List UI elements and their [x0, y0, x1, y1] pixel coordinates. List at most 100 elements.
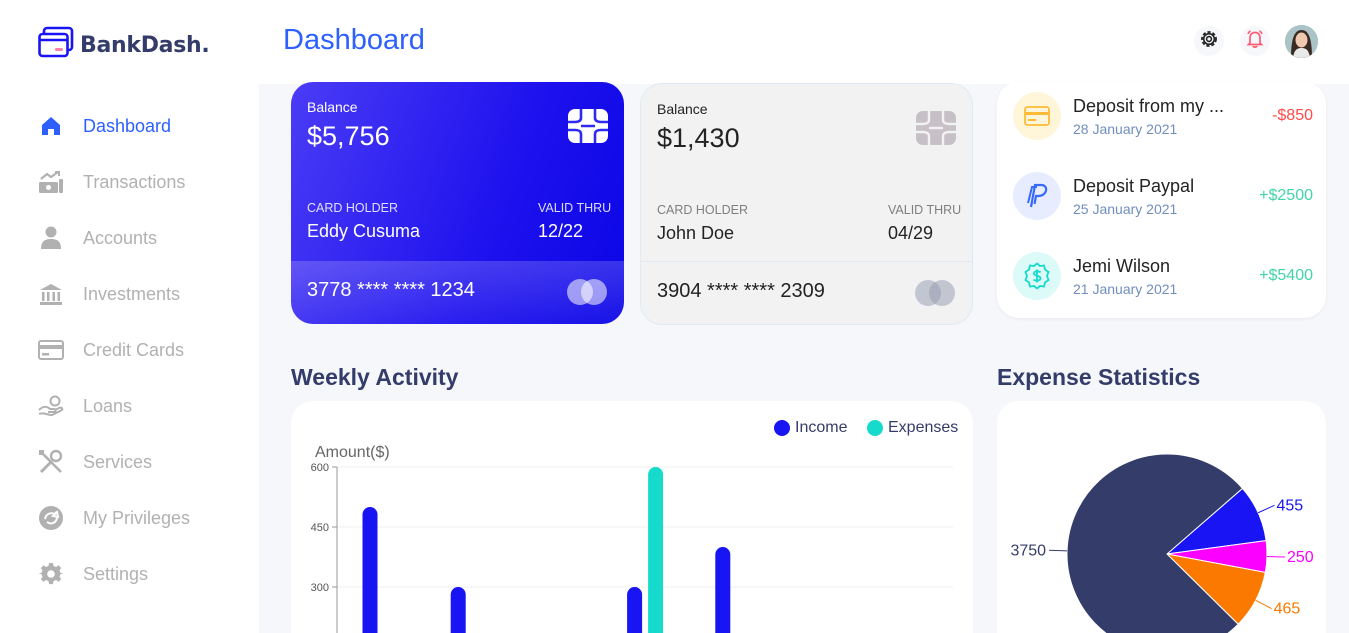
- chip-icon: [568, 109, 608, 148]
- card-number: 3904 **** **** 2309: [657, 280, 825, 302]
- bell-icon: [1245, 29, 1265, 54]
- y-tick-label: 600: [311, 462, 329, 474]
- card-holder-name: Eddy Cusuma: [307, 221, 421, 241]
- settings-button[interactable]: [1194, 26, 1224, 56]
- y-tick-label: 300: [311, 582, 329, 594]
- card-valid-label: VALID THRU: [538, 201, 612, 215]
- bar-income: [450, 587, 466, 633]
- pie-leader-line: [1049, 549, 1068, 552]
- notifications-button[interactable]: [1240, 26, 1270, 56]
- card-footer: 3778 **** **** 1234: [291, 261, 624, 324]
- transaction-date: 28 January 2021: [1073, 121, 1178, 137]
- bar-income: [715, 547, 731, 633]
- transaction-item[interactable]: Deposit from my ... 28 January 2021 -$85…: [1013, 92, 1313, 142]
- sidebar-item-investments[interactable]: Investments: [0, 266, 259, 322]
- credit-card-primary[interactable]: Balance $5,756 CARD HOLDER Eddy Cusuma V…: [291, 82, 624, 324]
- sidebar-item-label: Dashboard: [83, 115, 172, 136]
- bar-income: [627, 587, 643, 633]
- transaction-title: Deposit Paypal: [1073, 176, 1195, 196]
- pie-label: 250: [1287, 549, 1314, 566]
- sidebar-item-label: Services: [83, 451, 153, 472]
- dollar-icon: [1013, 252, 1061, 300]
- card-valid-date: 12/22: [538, 221, 584, 241]
- sidebar-item-label: Settings: [83, 563, 149, 584]
- transaction-title: Jemi Wilson: [1073, 256, 1171, 276]
- transaction-amount: -$850: [1272, 107, 1313, 124]
- card-brand-icon: [914, 278, 956, 313]
- card-holder-name: John Doe: [657, 223, 735, 243]
- credit-card-secondary[interactable]: Balance $1,430 CARD HOLDER John Doe VALI…: [640, 83, 973, 325]
- sidebar-item-loans[interactable]: Loans: [0, 378, 259, 434]
- transaction-date: 25 January 2021: [1073, 201, 1178, 217]
- transaction-item[interactable]: Deposit Paypal 25 January 2021 +$2500: [1013, 172, 1313, 222]
- avatar[interactable]: [1285, 25, 1318, 58]
- top-header: Dashboard: [259, 0, 1349, 84]
- sidebar-item-services[interactable]: Services: [0, 434, 259, 490]
- card-balance: $5,756: [307, 121, 390, 151]
- user-icon: [38, 225, 64, 251]
- pie-label: 3750: [1010, 542, 1046, 559]
- sidebar-item-credit-cards[interactable]: Credit Cards: [0, 322, 259, 378]
- card-holder-label: CARD HOLDER: [307, 201, 398, 215]
- home-icon: [38, 113, 64, 139]
- pie-label: 465: [1274, 601, 1301, 618]
- transaction-amount: +$2500: [1259, 187, 1313, 204]
- tools-icon: [38, 449, 64, 475]
- card-holder-label: CARD HOLDER: [657, 203, 748, 217]
- privilege-icon: [38, 505, 64, 531]
- sidebar-item-label: Loans: [83, 395, 133, 416]
- gear-icon: [38, 561, 64, 587]
- sidebar-item-transactions[interactable]: Transactions: [0, 154, 259, 210]
- card-valid-date: 04/29: [888, 223, 934, 243]
- transaction-date: 21 January 2021: [1073, 281, 1178, 297]
- bank-icon: [38, 281, 64, 307]
- pie-leader-line: [1255, 599, 1272, 610]
- transaction-amount: +$5400: [1259, 267, 1313, 284]
- main-content: Balance $5,756 CARD HOLDER Eddy Cusuma V…: [259, 82, 1349, 633]
- weekly-activity-title: Weekly Activity: [291, 364, 459, 390]
- card-balance: $1,430: [657, 123, 740, 153]
- card-brand-icon: [566, 277, 608, 312]
- recent-transactions-panel: Deposit from my ... 28 January 2021 -$85…: [997, 82, 1326, 318]
- sidebar-item-settings[interactable]: Settings: [0, 546, 259, 602]
- pie-label: 455: [1277, 497, 1304, 514]
- expense-pie-chart: 455 250 465 3750: [1010, 453, 1314, 633]
- pie-leader-line: [1257, 504, 1275, 514]
- card-logo-icon: [38, 26, 74, 64]
- sidebar-item-label: Transactions: [83, 171, 186, 192]
- paypal-icon: [1013, 172, 1061, 220]
- transfer-icon: [38, 169, 64, 195]
- transaction-title: Deposit from my ...: [1073, 96, 1225, 116]
- card-icon: [1013, 92, 1061, 140]
- card-footer: 3904 **** **** 2309: [641, 261, 972, 324]
- chip-icon: [916, 111, 956, 150]
- y-tick-label: 450: [311, 522, 329, 534]
- brand-name: BankDash.: [80, 32, 210, 58]
- card-valid-label: VALID THRU: [888, 203, 962, 217]
- y-axis-label: Amount($): [315, 444, 390, 461]
- card-balance-label: Balance: [657, 101, 708, 117]
- loan-icon: [38, 393, 64, 419]
- expense-statistics-panel: 455 250 465 3750: [997, 401, 1326, 633]
- brand-logo[interactable]: BankDash.: [38, 26, 210, 64]
- transaction-item[interactable]: Jemi Wilson 21 January 2021 +$5400: [1013, 252, 1313, 302]
- bar-income: [362, 507, 378, 633]
- sidebar-item-label: Accounts: [83, 227, 158, 248]
- sidebar-item-dashboard[interactable]: Dashboard: [0, 98, 259, 154]
- weekly-bar-chart: Amount($) 300 450 600: [311, 444, 953, 633]
- sidebar-item-label: Investments: [83, 283, 181, 304]
- sidebar-item-accounts[interactable]: Accounts: [0, 210, 259, 266]
- sidebar-item-label: Credit Cards: [83, 339, 185, 360]
- sidebar-item-label: My Privileges: [83, 507, 191, 528]
- weekly-activity-panel: Income Expenses Amount($) 300 450 600: [291, 401, 973, 633]
- expense-statistics-title: Expense Statistics: [997, 364, 1201, 390]
- sidebar-nav: Dashboard Transactions Accounts Investme…: [0, 98, 259, 602]
- sidebar-item-my-privileges[interactable]: My Privileges: [0, 490, 259, 546]
- bar-expenses: [648, 467, 664, 633]
- page-title: Dashboard: [283, 24, 425, 56]
- credit-card-icon: [38, 337, 64, 363]
- sidebar: BankDash. Dashboard Transactions Account…: [0, 0, 259, 633]
- app-root: BankDash. Dashboard Transactions Account…: [0, 0, 1349, 633]
- card-number: 3778 **** **** 1234: [307, 279, 475, 301]
- gear-icon: [1199, 29, 1219, 54]
